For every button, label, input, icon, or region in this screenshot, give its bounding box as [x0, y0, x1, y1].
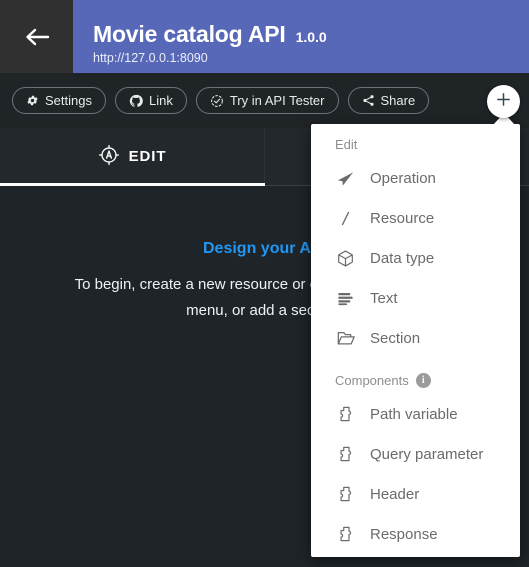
- share-label: Share: [380, 93, 416, 108]
- page-title: Movie catalog API: [93, 20, 286, 47]
- share-button[interactable]: Share: [347, 87, 430, 114]
- app-root: Movie catalog API 1.0.0 http://127.0.0.1…: [0, 0, 529, 567]
- github-icon: [129, 94, 143, 108]
- menu-item-text[interactable]: Text: [311, 278, 520, 318]
- menu-item-query-parameter-label: Query parameter: [370, 445, 484, 463]
- menu-group-label-edit: Edit: [311, 133, 520, 158]
- toolbar: Settings Link Try in API Tester Share: [0, 73, 529, 128]
- menu-item-section-label: Section: [370, 329, 421, 347]
- add-button[interactable]: [487, 85, 520, 118]
- menu-item-data-type-label: Data type: [370, 249, 435, 267]
- menu-item-section[interactable]: Section: [311, 318, 520, 358]
- arrow-left-icon: [24, 27, 50, 47]
- slash-icon: [335, 209, 356, 228]
- menu-item-data-type[interactable]: Data type: [311, 238, 520, 278]
- try-in-api-tester-label: Try in API Tester: [229, 93, 325, 108]
- menu-item-operation-label: Operation: [370, 169, 436, 187]
- menu-item-query-parameter[interactable]: Query parameter: [311, 434, 520, 474]
- puzzle-icon: [335, 445, 356, 463]
- info-icon[interactable]: i: [415, 373, 431, 388]
- puzzle-icon: [335, 525, 356, 543]
- share-icon: [362, 94, 375, 107]
- back-button[interactable]: [0, 0, 73, 73]
- add-menu: Edit Operation Resource Data type Text S…: [311, 124, 520, 557]
- settings-label: Settings: [45, 93, 92, 108]
- gear-icon: [26, 94, 39, 107]
- menu-item-response-label: Response: [370, 525, 438, 543]
- api-url: http://127.0.0.1:8090: [93, 50, 208, 65]
- menu-item-resource[interactable]: Resource: [311, 198, 520, 238]
- app-header: Movie catalog API 1.0.0 http://127.0.0.1…: [0, 0, 529, 73]
- api-version: 1.0.0: [295, 28, 327, 45]
- link-button[interactable]: Link: [114, 87, 187, 114]
- tab-edit-label: EDIT: [128, 148, 167, 165]
- folder-open-icon: [335, 328, 356, 348]
- menu-item-path-variable-label: Path variable: [370, 405, 458, 423]
- puzzle-icon: [335, 485, 356, 503]
- menu-item-header-label: Header: [370, 485, 420, 503]
- menu-item-resource-label: Resource: [370, 209, 435, 227]
- menu-item-response[interactable]: Response: [311, 514, 520, 554]
- menu-group-components-text: Components: [335, 373, 409, 388]
- menu-group-divider: [311, 358, 520, 369]
- cube-icon: [335, 249, 356, 268]
- compass-icon: [98, 144, 120, 170]
- menu-item-text-label: Text: [370, 289, 398, 307]
- plus-icon: [495, 91, 512, 113]
- settings-button[interactable]: Settings: [12, 87, 106, 114]
- try-in-api-tester-button[interactable]: Try in API Tester: [195, 87, 339, 114]
- link-label: Link: [148, 93, 173, 108]
- api-header-info: Movie catalog API 1.0.0 http://127.0.0.1…: [73, 0, 529, 73]
- menu-item-header[interactable]: Header: [311, 474, 520, 514]
- menu-group-edit-text: Edit: [335, 137, 358, 152]
- text-lines-icon: [335, 289, 356, 308]
- send-icon: [335, 169, 356, 188]
- menu-item-path-variable[interactable]: Path variable: [311, 394, 520, 434]
- menu-group-label-components: Components i: [311, 369, 520, 394]
- menu-item-operation[interactable]: Operation: [311, 158, 520, 198]
- check-circle-icon: [210, 94, 224, 108]
- puzzle-icon: [335, 405, 356, 423]
- tab-edit[interactable]: EDIT: [0, 128, 265, 185]
- tab-active-indicator: [0, 183, 265, 186]
